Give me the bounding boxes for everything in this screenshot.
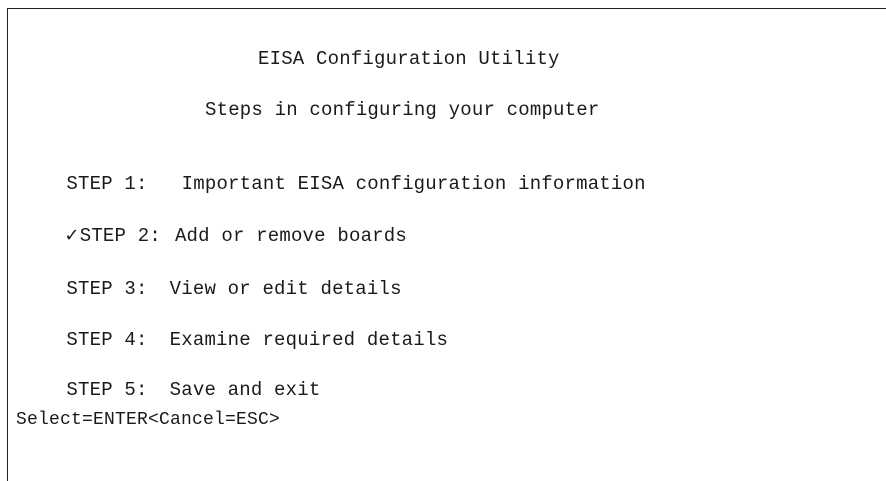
check-icon: ✓ — [64, 225, 80, 246]
page-title: EISA Configuration Utility — [258, 48, 560, 70]
step-3-label: STEP 3: — [66, 278, 148, 300]
step-2-label: STEP 2: — [79, 225, 161, 247]
step-2-text: Add or remove boards — [174, 225, 407, 247]
step-5-label: STEP 5: — [66, 379, 148, 401]
page-subtitle: Steps in configuring your computer — [205, 99, 600, 121]
step-3-text: View or edit details — [169, 278, 402, 300]
key-hints: Select=ENTER<Cancel=ESC> — [16, 410, 281, 430]
step-5-text: Save and exit — [169, 379, 321, 401]
step-4-text: Examine required details — [169, 329, 449, 351]
top-border — [7, 8, 886, 9]
step-1-text: Important EISA configuration information — [181, 173, 646, 195]
config-screen: EISA Configuration Utility Steps in conf… — [0, 0, 886, 481]
left-border — [7, 8, 8, 481]
step-4-label: STEP 4: — [66, 329, 148, 351]
step-1-label: STEP 1: — [66, 173, 148, 195]
